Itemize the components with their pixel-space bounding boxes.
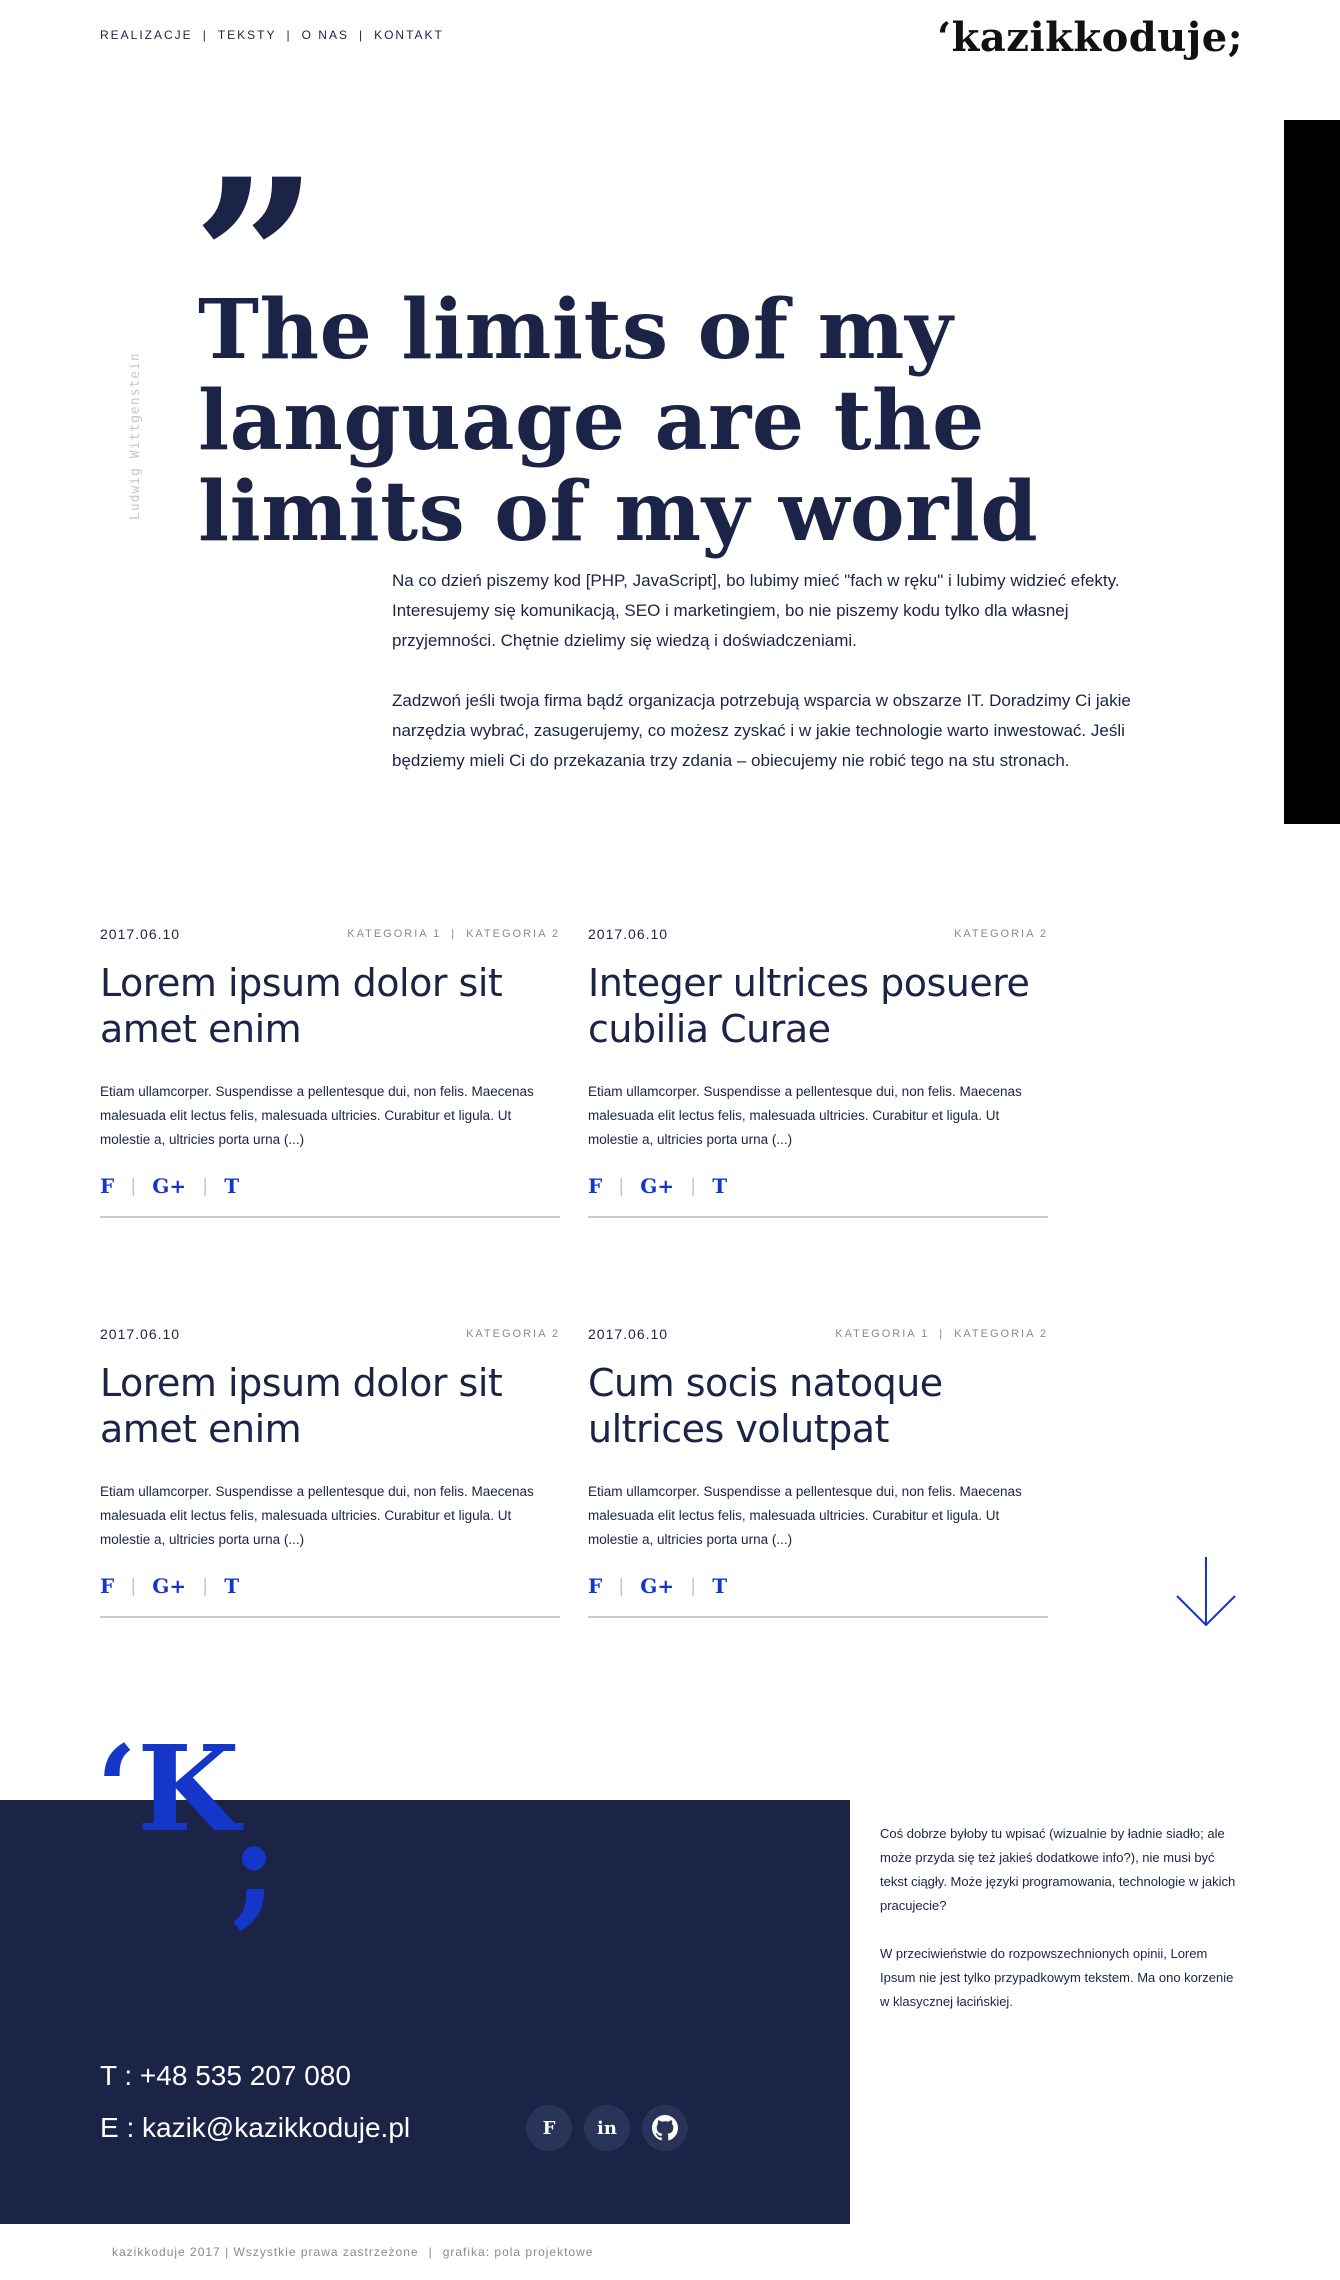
article-excerpt: Etiam ullamcorper. Suspendisse a pellent… bbox=[588, 1484, 1022, 1547]
footer-logo-k: ‘K bbox=[96, 1719, 240, 1858]
twitter-share-icon[interactable]: T bbox=[224, 1574, 239, 1598]
article-title[interactable]: Cum socis natoque ultrices volutpat bbox=[588, 1360, 1048, 1452]
footer-email[interactable]: E : kazik@kazikkoduje.pl bbox=[100, 2112, 410, 2144]
category-link[interactable]: KATEGORIA 2 bbox=[954, 1328, 1048, 1340]
nav-separator: | bbox=[358, 28, 365, 42]
facebook-share-icon[interactable]: F bbox=[588, 1574, 602, 1598]
article-title[interactable]: Lorem ipsum dolor sit amet enim bbox=[100, 960, 560, 1052]
category-link[interactable]: KATEGORIA 1 bbox=[347, 928, 441, 940]
google-plus-share-icon[interactable]: G+ bbox=[152, 1574, 186, 1598]
article-date: 2017.06.10 bbox=[588, 1326, 669, 1342]
design-credit[interactable]: grafika: pola projektowe bbox=[443, 2245, 594, 2259]
facebook-share-icon[interactable]: F bbox=[100, 1574, 114, 1598]
copyright-text: kazikkoduje 2017 | Wszystkie prawa zastr… bbox=[112, 2245, 419, 2259]
share-links: F | G+ | T bbox=[588, 1174, 728, 1198]
footer-contact-panel bbox=[0, 1800, 850, 2224]
article-divider bbox=[100, 1616, 560, 1618]
google-plus-share-icon[interactable]: G+ bbox=[640, 1574, 674, 1598]
google-plus-share-icon[interactable]: G+ bbox=[640, 1174, 674, 1198]
article-card: 2017.06.10 KATEGORIA 1 | KATEGORIA 2 Cum… bbox=[588, 1324, 1048, 1618]
article-excerpt: Etiam ullamcorper. Suspendisse a pellent… bbox=[100, 1484, 534, 1547]
facebook-share-icon[interactable]: F bbox=[588, 1174, 602, 1198]
nav-separator: | bbox=[202, 28, 208, 42]
article-excerpt: Etiam ullamcorper. Suspendisse a pellent… bbox=[100, 1084, 534, 1147]
footer-social-links: F in bbox=[526, 2105, 688, 2151]
article-date: 2017.06.10 bbox=[100, 926, 181, 942]
footer-phone[interactable]: T : +48 535 207 080 bbox=[100, 2060, 351, 2092]
arrow-down-icon[interactable] bbox=[1175, 1555, 1237, 1629]
footer-logo-semicolon: ; bbox=[230, 1788, 278, 1941]
article-excerpt: Etiam ullamcorper. Suspendisse a pellent… bbox=[588, 1084, 1022, 1147]
article-categories: KATEGORIA 2 bbox=[466, 1328, 560, 1340]
article-categories: KATEGORIA 1 | KATEGORIA 2 bbox=[835, 1328, 1048, 1340]
intro-paragraph: Zadzwoń jeśli twoja firma bądź organizac… bbox=[392, 691, 1131, 770]
main-nav: REALIZACJE | TEKSTY | O NAS | KONTAKT bbox=[100, 28, 444, 42]
intro-text: Na co dzień piszemy kod [PHP, JavaScript… bbox=[392, 566, 1132, 806]
hero-quote-title: The limits of my language are the limits… bbox=[198, 282, 1039, 560]
category-link[interactable]: KATEGORIA 2 bbox=[466, 1328, 560, 1340]
article-categories: KATEGORIA 1 | KATEGORIA 2 bbox=[347, 928, 560, 940]
nav-item-kontakt[interactable]: KONTAKT bbox=[374, 28, 444, 42]
nav-item-teksty[interactable]: TEKSTY bbox=[218, 28, 277, 42]
article-card: 2017.06.10 KATEGORIA 2 Lorem ipsum dolor… bbox=[100, 1324, 560, 1618]
twitter-share-icon[interactable]: T bbox=[224, 1174, 239, 1198]
article-divider bbox=[588, 1216, 1048, 1218]
nav-item-realizacje[interactable]: REALIZACJE bbox=[100, 28, 193, 42]
article-card: 2017.06.10 KATEGORIA 1 | KATEGORIA 2 Lor… bbox=[100, 924, 560, 1218]
article-categories: KATEGORIA 2 bbox=[954, 928, 1048, 940]
article-divider bbox=[100, 1216, 560, 1218]
share-links: F | G+ | T bbox=[588, 1574, 728, 1598]
nav-separator: | bbox=[286, 28, 292, 42]
google-plus-share-icon[interactable]: G+ bbox=[152, 1174, 186, 1198]
intro-paragraph: Na co dzień piszemy kod [PHP, JavaScript… bbox=[392, 571, 1120, 650]
article-divider bbox=[588, 1616, 1048, 1618]
facebook-icon[interactable]: F bbox=[526, 2105, 572, 2151]
github-icon[interactable] bbox=[642, 2105, 688, 2151]
share-links: F | G+ | T bbox=[100, 1174, 240, 1198]
category-link[interactable]: KATEGORIA 2 bbox=[954, 928, 1048, 940]
decorative-side-bar bbox=[1284, 120, 1340, 824]
site-logo[interactable]: ‘kazikkoduje; bbox=[937, 14, 1243, 61]
share-links: F | G+ | T bbox=[100, 1574, 240, 1598]
article-title[interactable]: Lorem ipsum dolor sit amet enim bbox=[100, 1360, 560, 1452]
footer-paragraph: W przeciwieństwie do rozpowszechnionych … bbox=[880, 1946, 1234, 2009]
footer-description: Coś dobrze byłoby tu wpisać (wizualnie b… bbox=[880, 1822, 1240, 2038]
article-date: 2017.06.10 bbox=[588, 926, 669, 942]
article-title[interactable]: Integer ultrices posuere cubilia Curae bbox=[588, 960, 1048, 1052]
twitter-share-icon[interactable]: T bbox=[712, 1574, 727, 1598]
category-link[interactable]: KATEGORIA 2 bbox=[466, 928, 560, 940]
footer-paragraph: Coś dobrze byłoby tu wpisać (wizualnie b… bbox=[880, 1826, 1236, 1913]
article-date: 2017.06.10 bbox=[100, 1326, 181, 1342]
article-card: 2017.06.10 KATEGORIA 2 Integer ultrices … bbox=[588, 924, 1048, 1218]
twitter-share-icon[interactable]: T bbox=[712, 1174, 727, 1198]
facebook-share-icon[interactable]: F bbox=[100, 1174, 114, 1198]
category-link[interactable]: KATEGORIA 1 bbox=[835, 1328, 929, 1340]
copyright-line: kazikkoduje 2017 | Wszystkie prawa zastr… bbox=[112, 2245, 594, 2259]
nav-item-o-nas[interactable]: O NAS bbox=[302, 28, 349, 42]
quote-author: Ludwig Wittgenstein bbox=[128, 352, 143, 520]
linkedin-icon[interactable]: in bbox=[584, 2105, 630, 2151]
